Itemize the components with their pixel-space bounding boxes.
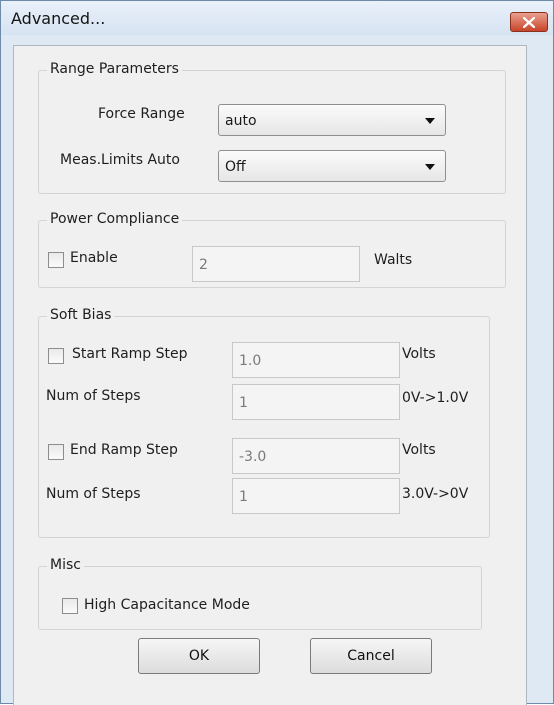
- enable-label: Enable: [70, 250, 118, 266]
- start-ramp-label: Start Ramp Step: [72, 346, 188, 362]
- num-steps-label: Num of Steps: [46, 486, 141, 502]
- high-capacitance-checkbox[interactable]: [62, 598, 78, 614]
- end-ramp-value: -3.0: [239, 449, 267, 465]
- num-steps-label: Num of Steps: [46, 388, 141, 404]
- soft-bias-title: Soft Bias: [47, 307, 115, 323]
- end-ramp-input[interactable]: -3.0: [232, 438, 400, 474]
- misc-title: Misc: [47, 557, 84, 573]
- ok-button[interactable]: OK: [138, 638, 260, 674]
- meas-limits-value: Off: [225, 159, 246, 175]
- cancel-button[interactable]: Cancel: [310, 638, 432, 674]
- power-compliance-input[interactable]: 2: [192, 246, 360, 282]
- force-range-select[interactable]: auto: [218, 104, 446, 136]
- start-ramp-checkbox[interactable]: [48, 348, 64, 364]
- start-ramp-input[interactable]: 1.0: [232, 342, 400, 378]
- end-ramp-label: End Ramp Step: [70, 442, 178, 458]
- force-range-value: auto: [225, 113, 257, 129]
- num-steps-start-value: 1: [239, 395, 248, 411]
- end-ramp-range-label: 3.0V->0V: [402, 486, 469, 502]
- power-compliance-title: Power Compliance: [47, 211, 183, 227]
- dialog-body: Range Parameters Force Range auto Meas.L…: [13, 45, 527, 705]
- power-compliance-value: 2: [199, 257, 208, 273]
- enable-checkbox[interactable]: [48, 252, 64, 268]
- chevron-down-icon: [425, 118, 435, 124]
- num-steps-end-input[interactable]: 1: [232, 478, 400, 514]
- range-parameters-title: Range Parameters: [47, 61, 182, 77]
- close-button[interactable]: [510, 12, 548, 32]
- meas-limits-label: Meas.Limits Auto: [60, 152, 180, 168]
- force-range-label: Force Range: [98, 106, 185, 122]
- end-ramp-unit: Volts: [402, 442, 436, 458]
- meas-limits-select[interactable]: Off: [218, 150, 446, 182]
- start-ramp-unit: Volts: [402, 346, 436, 362]
- start-ramp-range-label: 0V->1.0V: [402, 390, 469, 406]
- chevron-down-icon: [425, 164, 435, 170]
- num-steps-start-input[interactable]: 1: [232, 384, 400, 420]
- title-bar[interactable]: Advanced...: [1, 1, 553, 35]
- power-unit-label: Walts: [374, 252, 413, 268]
- advanced-dialog: Advanced... Range Parameters Force Range…: [0, 0, 554, 705]
- high-capacitance-label: High Capacitance Mode: [84, 597, 250, 613]
- start-ramp-value: 1.0: [239, 353, 262, 369]
- num-steps-end-value: 1: [239, 489, 248, 505]
- close-icon: [523, 17, 535, 28]
- window-title: Advanced...: [11, 9, 106, 28]
- end-ramp-checkbox[interactable]: [48, 444, 64, 460]
